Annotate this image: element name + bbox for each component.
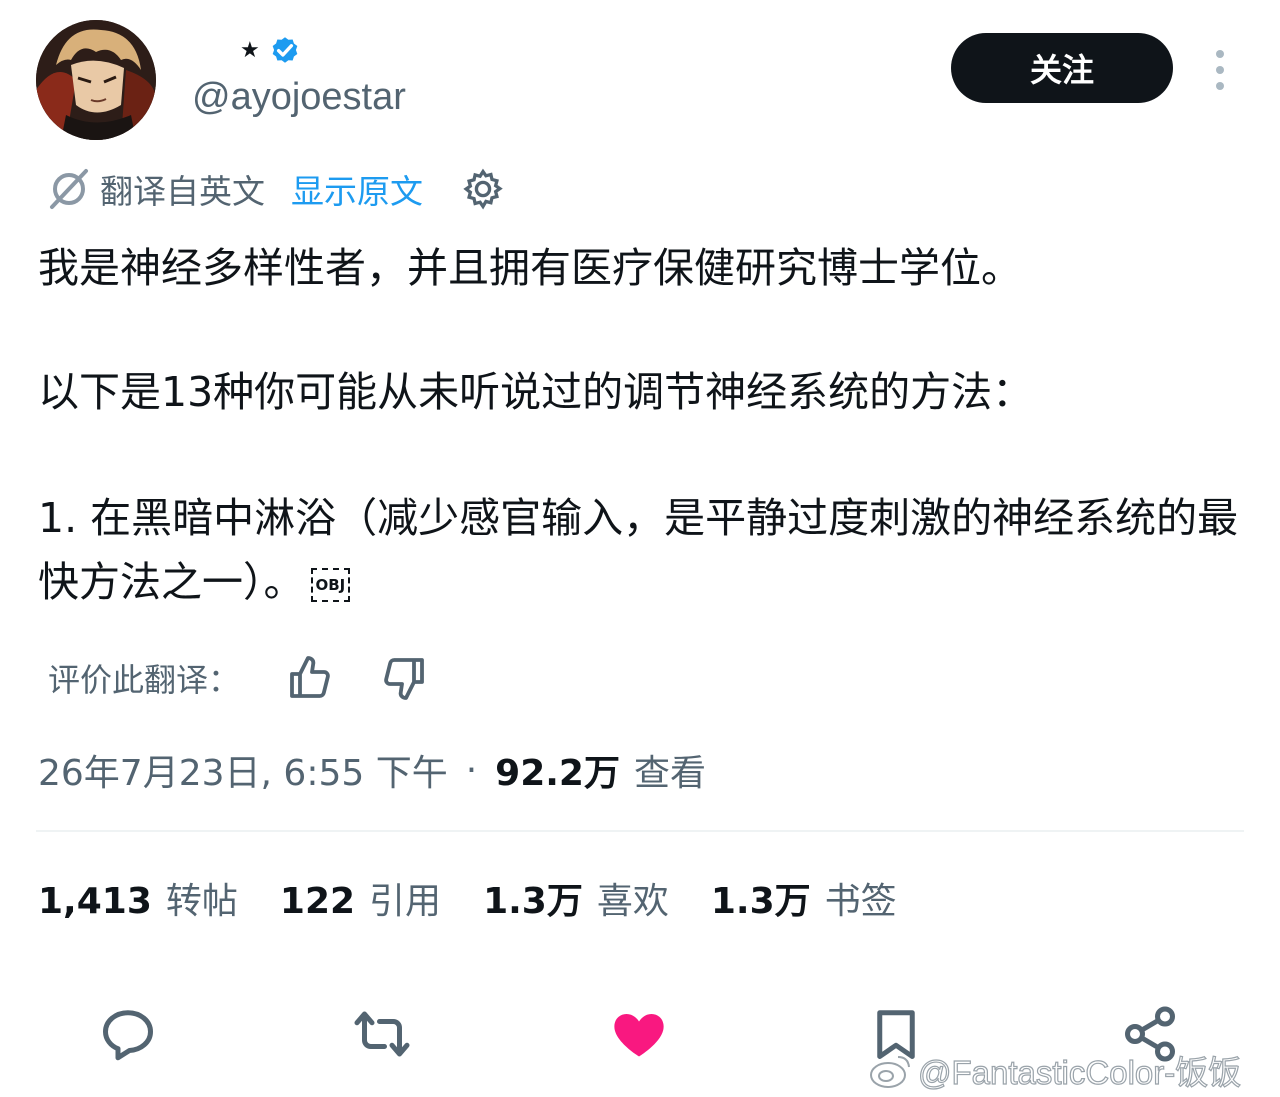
follow-button[interactable]: 关注 xyxy=(951,33,1173,103)
display-name[interactable]: ★ xyxy=(240,30,302,70)
translate-icon xyxy=(50,169,88,209)
stat-label: 喜欢 xyxy=(596,881,669,922)
translated-from-label: 翻译自英文 xyxy=(100,172,265,211)
stat-quotes[interactable]: 122 引用 xyxy=(280,872,441,924)
stat-number: 1.3万 xyxy=(483,881,583,922)
tweet-text-paragraph: 以下是13种你可能从未听说过的调节神经系统的方法： xyxy=(38,368,1034,416)
rate-translation: 评价此翻译： xyxy=(48,650,428,706)
stat-label: 引用 xyxy=(369,881,442,922)
verified-badge-icon xyxy=(272,37,298,63)
gear-icon[interactable] xyxy=(461,167,505,211)
thumbs-up-icon[interactable] xyxy=(286,654,334,702)
translation-bar: 翻译自英文 显示原文 xyxy=(46,164,505,214)
stat-reposts[interactable]: 1,413 转帖 xyxy=(38,872,238,924)
view-count: 92.2万 xyxy=(495,753,620,794)
object-replacement-glyph: OBJ xyxy=(310,568,351,602)
stat-label: 转帖 xyxy=(165,881,238,922)
watermark: @FantasticColor-饭饭 xyxy=(868,1046,1242,1094)
tweet-text-paragraph: 1. 在黑暗中淋浴（减少感官输入，是平静过度刺激的神经系统的最快方法之一）。 OB… xyxy=(38,486,1248,614)
divider xyxy=(36,830,1244,832)
tweet-text-item: 1. 在黑暗中淋浴（减少感官输入，是平静过度刺激的神经系统的最快方法之一）。 xyxy=(38,494,1239,606)
stat-number: 1.3万 xyxy=(710,881,811,922)
view-count-label: 查看 xyxy=(633,753,706,794)
avatar[interactable] xyxy=(36,20,156,140)
user-handle[interactable]: @ayojoestar xyxy=(192,76,406,119)
stat-bookmarks[interactable]: 1.3万 书签 xyxy=(711,872,897,924)
heart-icon[interactable] xyxy=(609,1004,669,1064)
timestamp[interactable]: 26年7月23日, 6:55 下午 xyxy=(38,744,448,796)
stat-number: 122 xyxy=(279,881,356,922)
engagement-stats: 1,413 转帖 122 引用 1.3万 喜欢 1.3万 书签 xyxy=(38,872,939,924)
rate-translation-label: 评价此翻译： xyxy=(48,661,241,699)
tweet-text-paragraph: 我是神经多样性者，并且拥有医疗保健研究博士学位。 xyxy=(38,244,1022,292)
star-emoji: ★ xyxy=(240,37,260,63)
thumbs-down-icon[interactable] xyxy=(380,654,428,702)
stat-number: 1,413 xyxy=(38,881,152,922)
tweet-meta: 26年7月23日, 6:55 下午 · 92.2万 查看 xyxy=(38,744,706,796)
more-options-icon[interactable] xyxy=(1208,48,1232,92)
stat-label: 书签 xyxy=(824,881,897,922)
retweet-icon[interactable] xyxy=(352,1004,412,1064)
stat-likes[interactable]: 1.3万 喜欢 xyxy=(483,872,669,924)
reply-icon[interactable] xyxy=(98,1004,158,1064)
watermark-text: @FantasticColor-饭饭 xyxy=(917,1053,1242,1091)
separator: · xyxy=(465,749,478,791)
weibo-logo-icon xyxy=(870,1056,910,1088)
show-original-link[interactable]: 显示原文 xyxy=(291,165,423,213)
